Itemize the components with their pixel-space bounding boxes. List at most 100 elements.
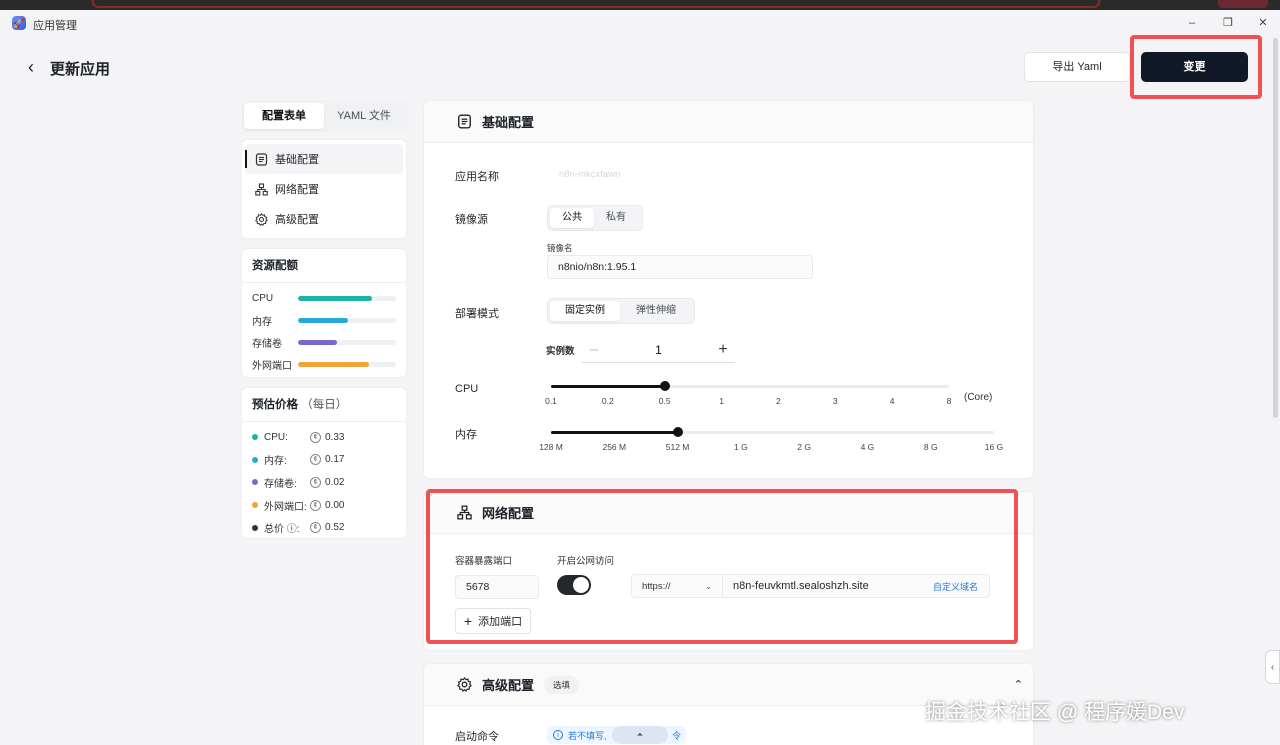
close-icon[interactable]: ✕ (1255, 15, 1271, 31)
memory-label: 内存 (455, 429, 477, 441)
price-subtitle: （每日） (301, 399, 348, 411)
start-command-label: 启动命令 (455, 731, 499, 743)
instances-label: 实例数 (546, 346, 575, 357)
cpu-slider[interactable]: 0.1 0.2 0.5 1 2 3 4 8 (545, 381, 952, 411)
image-name-input[interactable]: n8nio/n8n:1.95.1 (547, 255, 813, 279)
side-panel-handle[interactable]: ‹ (1265, 650, 1280, 684)
coin-icon: ¢ (310, 499, 321, 511)
chevron-up-icon[interactable]: ⌃ (1014, 678, 1023, 691)
section-nav: 基础配置 网络配置 高级配置 (241, 139, 407, 239)
quota-label: 存储卷 (252, 338, 282, 350)
slider-tick-label: 256 M (602, 442, 627, 452)
quota-label: CPU (252, 292, 274, 304)
top-right-tab (1218, 0, 1268, 8)
slider-tick-label: 16 G (984, 442, 1004, 452)
image-name-label: 镜像名 (547, 243, 573, 253)
quota-list: CPU 内存存储卷外网端口 (242, 283, 406, 375)
scroll-top-overlay[interactable]: ⏶ (612, 726, 668, 744)
quota-label: 外网端口 (252, 360, 292, 372)
quota-bar-track (298, 295, 396, 301)
network-icon (254, 182, 268, 196)
minimize-icon[interactable]: – (1184, 15, 1200, 31)
watermark: 掘金技术社区 @ 程序媛Dev (925, 701, 1185, 724)
price-title: 预估价格 （每日） (242, 388, 406, 422)
price-row: 外网端口: ¢ 0.00 (242, 494, 406, 517)
image-source-toggle: 公共 私有 (547, 205, 643, 231)
status-dot-icon (252, 479, 258, 486)
price-value: 0.00 (325, 499, 345, 511)
coin-icon: ¢ (310, 454, 321, 466)
status-dot-icon (252, 524, 258, 531)
deploy-mode-label: 部署模式 (455, 308, 499, 320)
optional-badge: 选填 (544, 675, 580, 694)
image-source-private[interactable]: 私有 (594, 208, 638, 228)
export-yaml-button[interactable]: 导出 Yaml (1024, 52, 1130, 82)
sidebar-item-advanced[interactable]: 高级配置 (245, 204, 403, 234)
slider-tick-label: 512 M (665, 442, 690, 452)
sidebar-item-basic[interactable]: 基础配置 (245, 144, 403, 174)
back-arrow-icon[interactable]: ‹ (28, 57, 34, 78)
increment-button[interactable]: + (711, 341, 735, 359)
quota-row: CPU (242, 287, 406, 309)
gear-icon (254, 212, 268, 226)
cpu-unit: (Core) (964, 392, 993, 403)
price-label: 存储卷: (264, 478, 297, 490)
slider-tick-label: 4 G (860, 442, 875, 452)
instances-stepper: – 1 + (582, 337, 735, 363)
slider-tick-label: 2 (776, 396, 781, 406)
basic-config-header: 基础配置 (424, 101, 1033, 143)
decrement-button[interactable]: – (582, 341, 606, 358)
slider-tick-label: 1 G (733, 442, 748, 452)
quota-title: 资源配额 (242, 249, 406, 283)
image-source-public[interactable]: 公共 (550, 208, 594, 228)
deploy-mode-autoscale[interactable]: 弹性伸缩 (620, 301, 692, 321)
document-icon (456, 114, 472, 130)
section-title: 基础配置 (482, 115, 535, 130)
top-highlight-edge (92, 0, 1100, 8)
app-name-field[interactable]: n8n-mkcxfawn (548, 162, 808, 186)
sidebar-item-label: 高级配置 (275, 214, 319, 226)
deploy-mode-fixed[interactable]: 固定实例 (550, 301, 620, 321)
price-title-text: 预估价格 (252, 399, 298, 411)
quota-bar-fill (298, 361, 369, 367)
quota-row: 内存 (242, 309, 406, 331)
price-row: 存储卷: ¢ 0.02 (242, 471, 406, 494)
deploy-mode-toggle: 固定实例 弹性伸缩 (547, 298, 695, 324)
tab-yaml-file[interactable]: YAML 文件 (324, 103, 404, 129)
slider-active-track (551, 431, 678, 434)
price-list: CPU: ¢ 0.33 内存: ¢ 0.17 存储卷: ¢ 0.02 外网端口: ¢ 0.00 总价 ⓘ… (242, 422, 406, 539)
document-icon (254, 152, 268, 166)
section-title: 高级配置 (482, 678, 535, 693)
image-source-label: 镜像源 (455, 214, 488, 226)
instances-value[interactable]: 1 (606, 343, 711, 357)
price-estimate-card: 预估价格 （每日） CPU: ¢ 0.33 内存: ¢ 0.17 存储卷: ¢ 0.02 外网端口… (241, 387, 407, 539)
cpu-label: CPU (455, 383, 479, 395)
quota-bar-track (298, 361, 396, 367)
price-row: 总价 ⓘ: ¢ 0.52 (242, 516, 406, 539)
sidebar-item-network[interactable]: 网络配置 (245, 174, 403, 204)
slider-tick-label: 1 (719, 396, 724, 406)
price-row: 内存: ¢ 0.17 (242, 449, 406, 472)
price-row: CPU: ¢ 0.33 (242, 426, 406, 449)
memory-slider[interactable]: 128 M 256 M 512 M 1 G 2 G 4 G 8 G 16 G (539, 427, 1003, 457)
slider-active-track (551, 385, 665, 388)
info-icon: i (553, 730, 563, 740)
slider-tick-label: 8 G (923, 442, 938, 452)
tip-text: 若不填写, (568, 730, 607, 741)
browser-top-strip (0, 0, 1280, 10)
quota-bar-fill (298, 317, 348, 323)
gear-icon (456, 677, 472, 693)
price-label: 总价 ⓘ: (264, 524, 300, 536)
slider-knob[interactable] (659, 381, 670, 391)
price-value: 0.17 (325, 454, 345, 466)
slider-tick-label: 2 G (797, 442, 811, 452)
slider-tick-label: 8 (946, 396, 952, 406)
slider-tick-label: 0.5 (658, 396, 671, 406)
quota-bar-fill (298, 295, 372, 301)
scrollbar[interactable] (1273, 38, 1278, 418)
slider-knob[interactable] (672, 427, 683, 437)
status-dot-icon (252, 502, 258, 509)
slider-tick-label: 4 (889, 396, 895, 406)
tab-config-form[interactable]: 配置表单 (244, 103, 324, 129)
restore-icon[interactable]: ❐ (1220, 15, 1236, 31)
